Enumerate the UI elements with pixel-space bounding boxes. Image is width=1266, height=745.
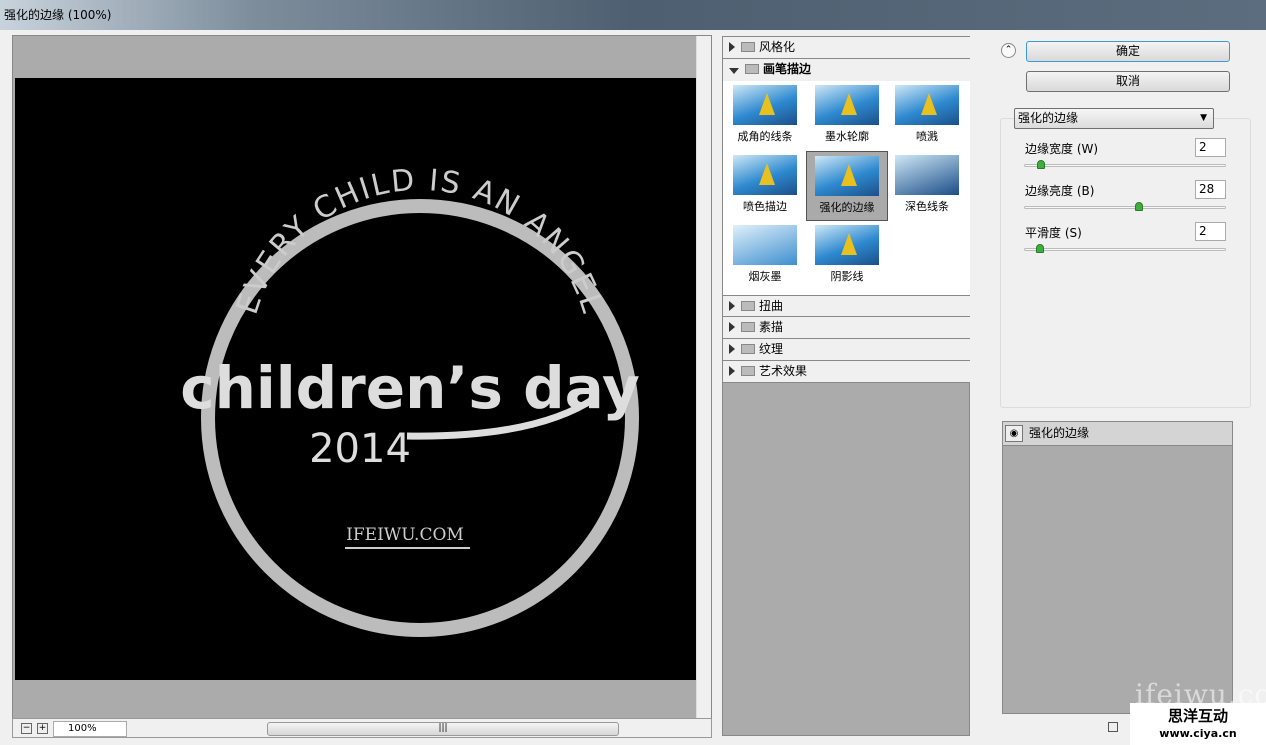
filter-thumb-spatter[interactable]: 喷溅 xyxy=(891,81,963,147)
filter-thumb-sprayed-strokes[interactable]: 喷色描边 xyxy=(729,151,801,217)
preview-canvas[interactable]: EVERY CHILD IS AN ANGEL children’s day 2… xyxy=(15,78,696,680)
thumb-image xyxy=(815,156,879,196)
category-label: 风格化 xyxy=(759,40,796,54)
watermark-url: www.ciya.cn xyxy=(1159,727,1237,740)
folder-icon xyxy=(741,322,755,332)
expand-arrow-icon xyxy=(729,301,735,311)
category-stylize[interactable]: 风格化 xyxy=(723,37,970,59)
thumb-image xyxy=(895,85,959,125)
stamp-image: EVERY CHILD IS AN ANGEL children’s day 2… xyxy=(180,163,640,637)
preview-horizontal-scrollbar[interactable]: ||| xyxy=(249,721,694,737)
filter-thumb-sumi-e[interactable]: 烟灰墨 xyxy=(729,221,801,287)
zoom-value: 100% xyxy=(68,723,97,734)
filter-select-value: 强化的边缘 xyxy=(1018,111,1079,125)
thumb-label: 墨水轮廓 xyxy=(825,130,869,143)
collapse-gallery-button[interactable]: ⌃ xyxy=(1001,43,1016,58)
category-label: 素描 xyxy=(759,320,784,334)
stamp-site: IFEIWU.COM xyxy=(346,525,464,545)
thumb-label: 成角的线条 xyxy=(737,130,793,143)
folder-icon xyxy=(741,301,755,311)
slider-handle[interactable] xyxy=(1135,202,1143,211)
edge-width-input[interactable]: 2 xyxy=(1195,138,1226,157)
thumb-image xyxy=(815,85,879,125)
window-title: 强化的边缘 (100%) xyxy=(4,8,112,22)
slider-handle[interactable] xyxy=(1037,160,1045,169)
category-texture[interactable]: 纹理 xyxy=(723,339,970,361)
preview-zoom-bar: − + 100% ||| xyxy=(12,718,712,738)
brush-strokes-thumbnails: 成角的线条 墨水轮廓 喷溅 喷色描边 强化的边缘 深色线条 烟灰墨 阴影线 xyxy=(723,81,970,295)
filter-gallery: 风格化 画笔描边 成角的线条 墨水轮廓 喷溅 喷色描边 强化的边缘 深色线条 烟… xyxy=(722,36,970,736)
category-brush-strokes[interactable]: 画笔描边 xyxy=(723,59,970,81)
folder-icon xyxy=(745,64,759,74)
folder-icon xyxy=(741,366,755,376)
collapse-arrow-icon xyxy=(729,68,739,74)
thumb-label: 强化的边缘 xyxy=(819,201,875,214)
category-distort[interactable]: 扭曲 xyxy=(723,295,970,317)
svg-text:EVERY CHILD IS AN ANGEL: EVERY CHILD IS AN ANGEL xyxy=(230,163,610,319)
preview-vertical-scrollbar[interactable] xyxy=(696,36,711,718)
stamp-arc-text: EVERY CHILD IS AN ANGEL xyxy=(230,163,608,319)
zoom-in-button[interactable]: + xyxy=(37,723,48,734)
layers-scrollbar[interactable] xyxy=(1234,421,1249,714)
thumb-label: 阴影线 xyxy=(830,270,864,283)
filter-thumb-ink-outlines[interactable]: 墨水轮廓 xyxy=(811,81,883,147)
smoothness-input[interactable]: 2 xyxy=(1195,222,1226,241)
ok-button[interactable]: 确定 xyxy=(1026,41,1230,62)
category-label: 扭曲 xyxy=(759,299,784,313)
filter-thumb-angled-strokes[interactable]: 成角的线条 xyxy=(729,81,801,147)
thumb-label: 喷色描边 xyxy=(743,200,787,213)
filter-thumb-crosshatch[interactable]: 阴影线 xyxy=(811,221,883,287)
effect-layer-name: 强化的边缘 xyxy=(1029,426,1090,440)
folder-icon xyxy=(741,42,755,52)
edge-width-label: 边缘宽度 (W) xyxy=(1025,142,1099,156)
filter-thumb-accented-edges[interactable]: 强化的边缘 xyxy=(806,151,888,221)
category-artistic[interactable]: 艺术效果 xyxy=(723,361,970,383)
thumb-image xyxy=(815,225,879,265)
zoom-out-button[interactable]: − xyxy=(21,723,32,734)
watermark-brand-name: 思洋互动 xyxy=(1167,707,1228,725)
dropdown-arrow-icon: ▼ xyxy=(1200,113,1207,123)
thumb-image xyxy=(895,155,959,195)
effect-layers-panel: ◉ 强化的边缘 xyxy=(1002,421,1233,714)
folder-icon xyxy=(741,344,755,354)
new-effect-layer-icon[interactable] xyxy=(1108,722,1118,732)
preview-panel: EVERY CHILD IS AN ANGEL children’s day 2… xyxy=(12,35,712,719)
effect-layer[interactable]: ◉ 强化的边缘 xyxy=(1003,422,1232,446)
smoothness-slider[interactable] xyxy=(1024,244,1226,253)
thumb-label: 喷溅 xyxy=(916,130,938,143)
stamp-year: 2014 xyxy=(309,426,411,472)
category-label: 纹理 xyxy=(759,342,784,356)
title-bar: 强化的边缘 (100%) xyxy=(0,0,1266,30)
thumb-label: 烟灰墨 xyxy=(748,270,782,283)
thumb-label: 深色线条 xyxy=(905,200,949,213)
thumb-image xyxy=(733,225,797,265)
scroll-thumb[interactable]: ||| xyxy=(267,722,619,736)
expand-arrow-icon xyxy=(729,344,735,354)
category-label: 艺术效果 xyxy=(759,364,808,378)
expand-arrow-icon xyxy=(729,42,735,52)
edge-brightness-input[interactable]: 28 xyxy=(1195,180,1226,199)
category-label: 画笔描边 xyxy=(763,62,812,76)
edge-brightness-label: 边缘亮度 (B) xyxy=(1025,184,1095,198)
expand-arrow-icon xyxy=(729,322,735,332)
thumb-image xyxy=(733,85,797,125)
smoothness-label: 平滑度 (S) xyxy=(1025,226,1082,240)
filter-select[interactable]: 强化的边缘 ▼ xyxy=(1014,108,1214,129)
expand-arrow-icon xyxy=(729,366,735,376)
edge-brightness-slider[interactable] xyxy=(1024,202,1226,211)
edge-width-slider[interactable] xyxy=(1024,160,1226,169)
thumb-image xyxy=(733,155,797,195)
slider-handle[interactable] xyxy=(1036,244,1044,253)
watermark-brand: 思洋互动 www.ciya.cn xyxy=(1130,703,1266,745)
filter-thumb-dark-strokes[interactable]: 深色线条 xyxy=(891,151,963,217)
cancel-button[interactable]: 取消 xyxy=(1026,71,1230,92)
eye-icon[interactable]: ◉ xyxy=(1005,425,1023,442)
category-sketch[interactable]: 素描 xyxy=(723,317,970,339)
zoom-select[interactable]: 100% xyxy=(53,721,127,737)
